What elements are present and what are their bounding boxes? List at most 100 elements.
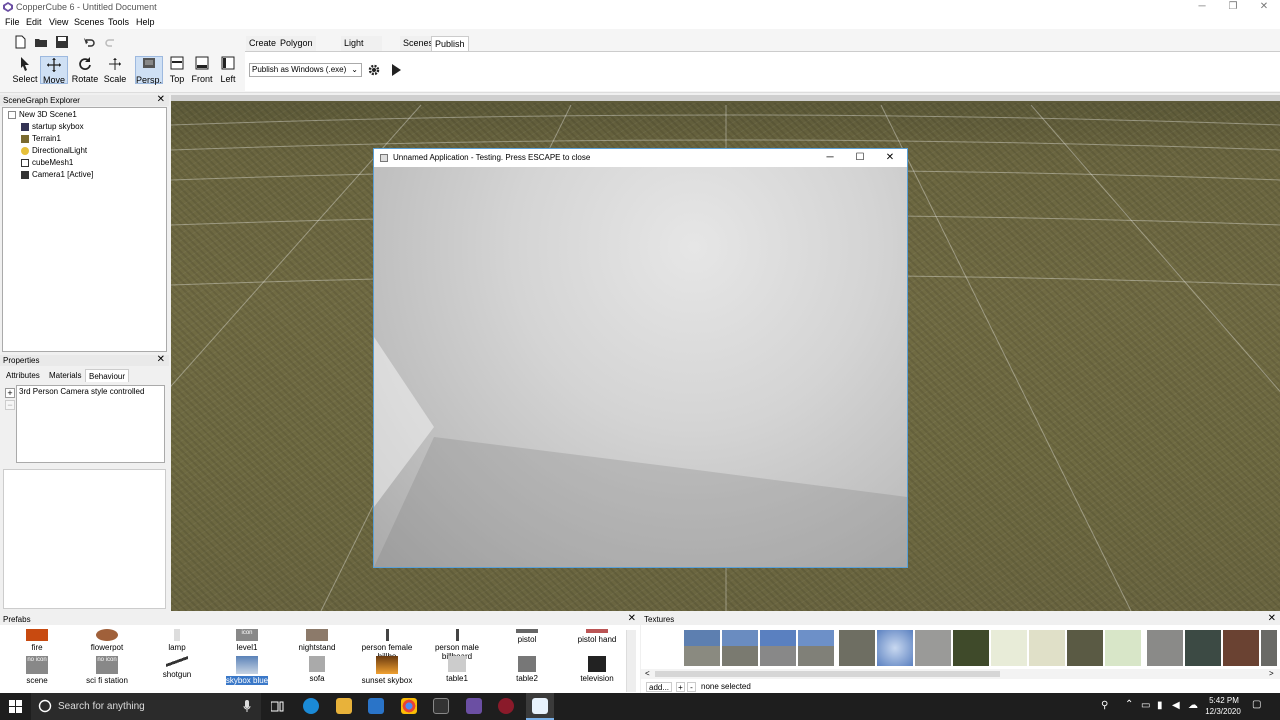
zoom-in-button[interactable]: + — [676, 682, 685, 692]
gear-icon[interactable] — [367, 63, 381, 77]
people-icon[interactable]: ⚲ — [1101, 700, 1108, 711]
tab-behaviour[interactable]: Behaviour — [85, 369, 130, 382]
menu-file[interactable]: File — [5, 17, 20, 27]
prefab-scene[interactable]: no icon scene — [2, 656, 72, 685]
file-explorer-icon[interactable] — [336, 698, 352, 714]
texture-thumbnail[interactable] — [1067, 630, 1103, 666]
minimize-button[interactable]: ─ — [815, 149, 845, 167]
add-behaviour-button[interactable]: + — [5, 388, 15, 398]
prefab-fire[interactable]: fire — [2, 629, 72, 652]
texture-thumbnail[interactable] — [684, 630, 720, 666]
tree-node-skybox[interactable]: startup skybox — [21, 122, 84, 131]
tool-scale[interactable]: Scale — [101, 56, 129, 84]
texture-thumbnail[interactable] — [798, 630, 834, 666]
menu-edit[interactable]: Edit — [26, 17, 42, 27]
prefab-lamp[interactable]: lamp — [142, 629, 212, 652]
prefab-skybox-blue[interactable]: skybox blue — [212, 656, 282, 685]
windows-start-icon[interactable] — [9, 700, 22, 713]
scroll-right-arrow[interactable]: > — [1269, 669, 1274, 678]
texture-thumbnail[interactable] — [1261, 630, 1277, 666]
tab-publish[interactable]: Publish — [431, 36, 469, 51]
maximize-button[interactable]: ☐ — [845, 149, 875, 167]
network-icon[interactable]: ▭ — [1141, 700, 1150, 711]
chevron-up-icon[interactable]: ⌃ — [1125, 699, 1133, 710]
texture-thumbnail[interactable] — [1223, 630, 1259, 666]
notifications-icon[interactable]: ▢ — [1252, 699, 1261, 710]
taskbar-search-box[interactable]: Search for anything — [31, 693, 261, 720]
tool-move[interactable]: Move — [40, 56, 68, 85]
menu-tools[interactable]: Tools — [108, 17, 129, 27]
texture-thumbnail[interactable] — [839, 630, 875, 666]
close-icon[interactable]: ✕ — [1268, 614, 1276, 624]
texture-thumbnail[interactable] — [760, 630, 796, 666]
texture-thumbnail[interactable] — [722, 630, 758, 666]
edge-browser-icon[interactable] — [303, 698, 319, 714]
texture-thumbnail[interactable] — [877, 630, 913, 666]
scrollbar-thumb[interactable] — [655, 671, 1000, 677]
remove-behaviour-button[interactable]: − — [5, 400, 15, 410]
clock-date[interactable]: 12/3/2020 — [1203, 707, 1243, 716]
notion-icon[interactable] — [433, 698, 449, 714]
texture-thumbnail[interactable] — [1185, 630, 1221, 666]
publish-target-select[interactable]: Publish as Windows (.exe) ⌄ — [249, 63, 362, 77]
prefab-sofa[interactable]: sofa — [282, 656, 352, 683]
render-canvas[interactable] — [374, 167, 907, 567]
microphone-icon[interactable] — [243, 700, 251, 713]
texture-thumbnail[interactable] — [1147, 630, 1183, 666]
tree-node-camera[interactable]: Camera1 [Active] — [21, 170, 93, 179]
behaviour-item[interactable]: 3rd Person Camera style controlled — [19, 387, 144, 396]
redo-icon[interactable] — [103, 34, 119, 50]
volume-icon[interactable]: ◀ — [1172, 700, 1180, 711]
prefab-pistol-hand[interactable]: pistol hand — [562, 629, 632, 644]
menu-scenes[interactable]: Scenes — [74, 17, 104, 27]
menu-view[interactable]: View — [49, 17, 68, 27]
tab-attributes[interactable]: Attributes — [3, 369, 43, 382]
tab-polygon-editing[interactable]: Polygon Editing — [277, 36, 316, 63]
task-view-icon[interactable] — [271, 700, 284, 713]
prefab-television[interactable]: television — [562, 656, 632, 683]
zoom-out-button[interactable]: - — [687, 682, 696, 692]
add-texture-button[interactable]: add... — [646, 682, 672, 692]
prefab-table1[interactable]: table1 — [422, 656, 492, 683]
tree-node-terrain[interactable]: Terrain1 — [21, 134, 61, 143]
prefabs-scrollbar[interactable] — [626, 630, 636, 692]
prefab-sci-fi-station[interactable]: no icon sci fi station — [72, 656, 142, 685]
chrome-icon[interactable] — [401, 698, 417, 714]
tab-create[interactable]: Create — [246, 36, 280, 51]
prefab-level1[interactable]: icon level1 — [212, 629, 282, 652]
texture-thumbnail[interactable] — [915, 630, 951, 666]
prefab-shotgun[interactable]: shotgun — [142, 656, 212, 679]
scroll-left-arrow[interactable]: < — [645, 669, 650, 678]
prefab-sunset-skybox[interactable]: sunset skybox — [352, 656, 422, 685]
tree-node-cubemesh[interactable]: cubeMesh1 — [21, 158, 73, 167]
tree-node-light[interactable]: DirectionalLight — [21, 146, 87, 155]
prefab-table2[interactable]: table2 — [492, 656, 562, 683]
view-left[interactable]: Left — [214, 56, 242, 84]
close-button[interactable]: ✕ — [1248, 0, 1280, 15]
close-icon[interactable]: ✕ — [628, 614, 636, 624]
battery-icon[interactable]: ▮ — [1157, 700, 1163, 711]
menu-help[interactable]: Help — [136, 17, 155, 27]
close-icon[interactable]: ✕ — [157, 355, 165, 365]
tab-materials[interactable]: Materials — [46, 369, 84, 382]
play-icon[interactable] — [391, 64, 401, 76]
close-icon[interactable]: ✕ — [157, 95, 165, 105]
app-r-icon[interactable] — [498, 698, 514, 714]
restore-button[interactable]: ❐ — [1217, 0, 1249, 15]
open-folder-icon[interactable] — [33, 34, 49, 50]
tab-light-mapping[interactable]: Light Mapping — [341, 36, 382, 63]
save-icon[interactable] — [54, 34, 70, 50]
minimize-button[interactable]: ─ — [1186, 0, 1218, 15]
prefab-nightstand[interactable]: nightstand — [282, 629, 352, 652]
clock-time[interactable]: 5:42 PM — [1207, 696, 1241, 705]
undo-icon[interactable] — [81, 34, 97, 50]
prefab-flowerpot[interactable]: flowerpot — [72, 629, 142, 652]
texture-thumbnail[interactable] — [953, 630, 989, 666]
new-document-icon[interactable] — [12, 34, 28, 50]
tree-node-scene[interactable]: New 3D Scene1 — [8, 110, 77, 119]
texture-thumbnail[interactable] — [991, 630, 1027, 666]
textures-scrollbar[interactable]: < > — [641, 669, 1280, 679]
coppercube-taskbar-icon[interactable] — [466, 698, 482, 714]
close-button[interactable]: ✕ — [875, 149, 905, 167]
cloud-icon[interactable]: ☁ — [1188, 700, 1198, 711]
